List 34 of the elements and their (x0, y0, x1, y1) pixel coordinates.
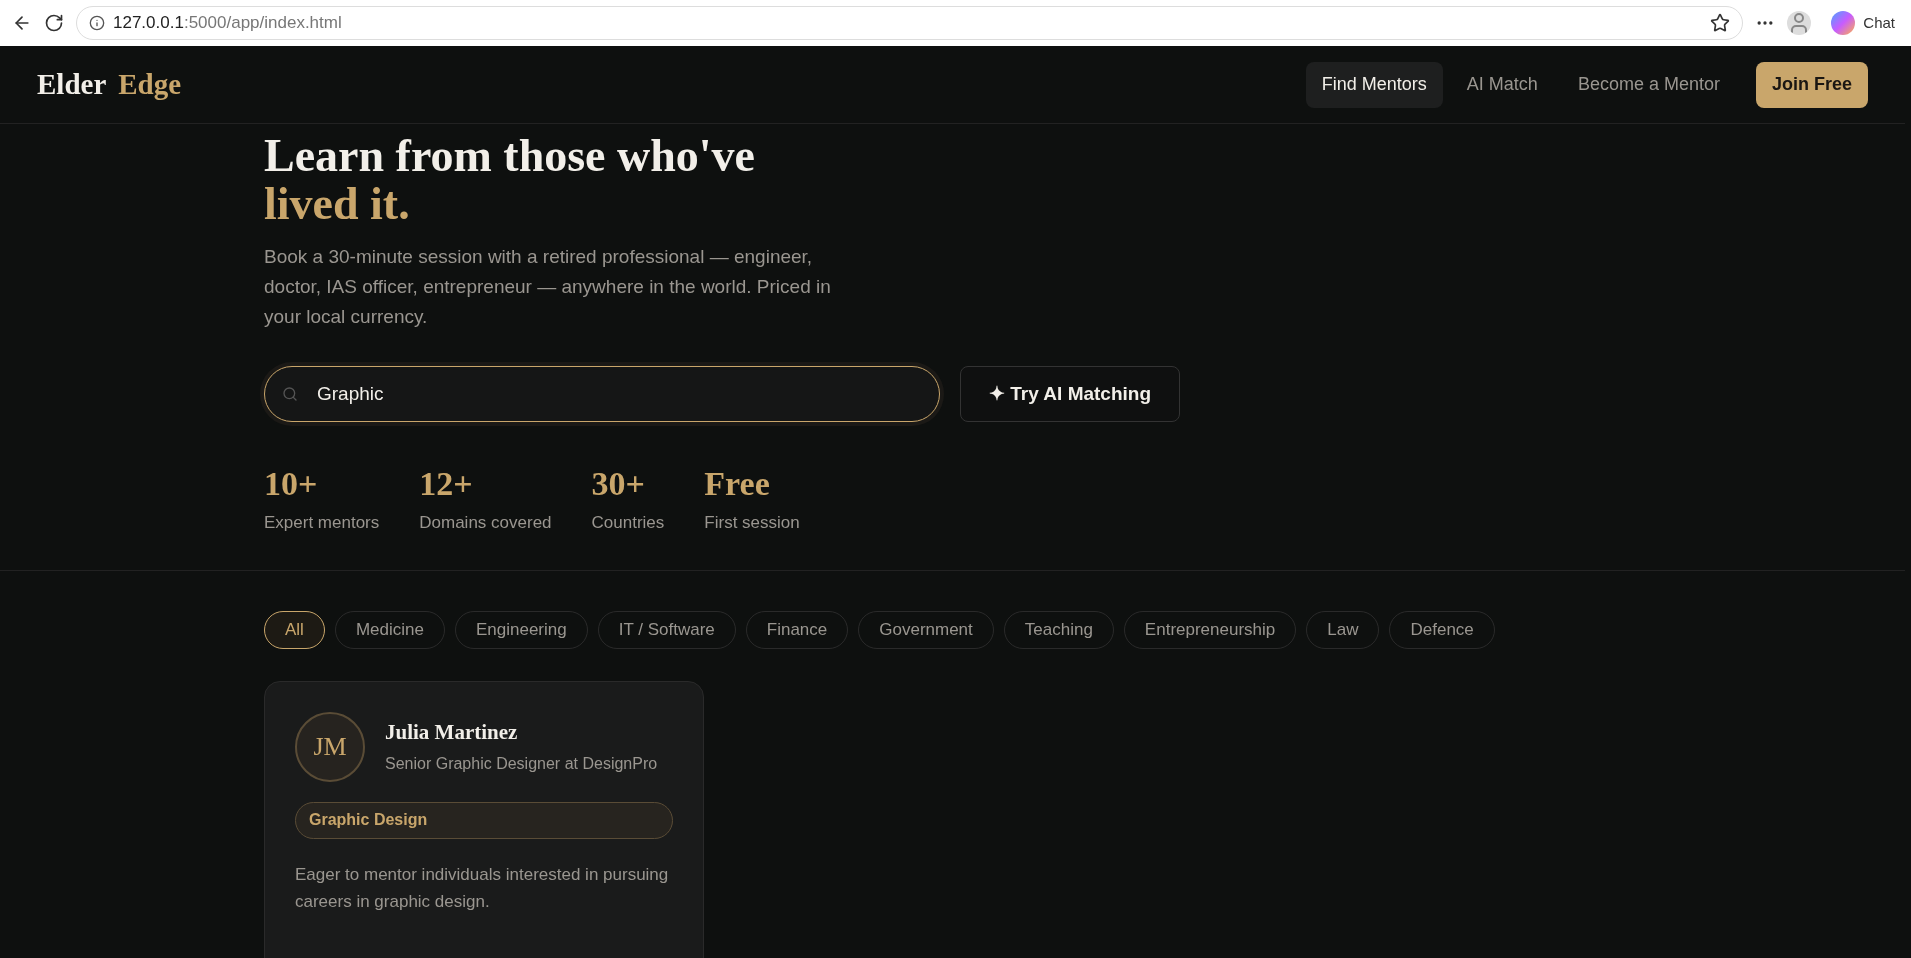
chat-button[interactable]: Chat (1823, 11, 1903, 35)
mentor-card[interactable]: JM Julia Martinez Senior Graphic Designer at DesignPro Graphic Design Eager to mentor individuals interested in pursuing careers in graphic design. (264, 680, 704, 958)
profile-avatar-icon[interactable] (1787, 11, 1812, 35)
logo-text: Elder (37, 66, 107, 102)
favorite-star-icon[interactable] (1710, 13, 1731, 33)
info-icon (89, 15, 105, 31)
avatar-initials: JM (295, 711, 365, 782)
nav-link[interactable]: Find Mentors (1305, 61, 1443, 108)
ai-matching-button[interactable]: ✦ Try AI Matching (960, 366, 1181, 422)
mentor-name: Julia Martinez (385, 718, 519, 746)
stat-label: First session (704, 512, 800, 534)
stat-value: 12+ (419, 466, 474, 502)
chat-logo-icon (1831, 11, 1856, 35)
search-icon (282, 386, 298, 402)
stat-label: Expert mentors (264, 512, 380, 534)
nav-link[interactable]: Become a Mentor (1561, 61, 1736, 108)
join-free-button[interactable]: Join Free (1755, 61, 1868, 108)
domain-tag: Graphic Design (295, 801, 673, 839)
stat-value: 30+ (591, 466, 646, 502)
filter-chip[interactable]: All (264, 610, 325, 649)
hero-title: Learn from those who've (264, 132, 757, 180)
logo-accent-text: Edge (118, 66, 182, 102)
search-field[interactable]: Graphic (264, 366, 940, 422)
reload-icon[interactable] (44, 13, 64, 33)
hero-description: Book a 30-minute session with a retired professional — engineer, doctor, IAS officer, entrepreneur — anywhere in the world. Priced in your local currency. (264, 245, 832, 329)
mentor-bio: Eager to mentor individuals interested in pursuing careers in graphic design. (295, 863, 670, 913)
stat-value: Free (704, 466, 771, 502)
mentor-role: Senior Graphic Designer at DesignPro (385, 754, 658, 775)
stat-label: Countries (591, 512, 665, 534)
nav-link[interactable]: AI Match (1450, 61, 1554, 108)
url-text: 127.0.0.1:5000/app/index.html (113, 12, 342, 35)
hero-title-accent: lived it. (264, 180, 411, 228)
stat-label: Domains covered (419, 512, 552, 534)
stat-value: 10+ (264, 466, 319, 502)
